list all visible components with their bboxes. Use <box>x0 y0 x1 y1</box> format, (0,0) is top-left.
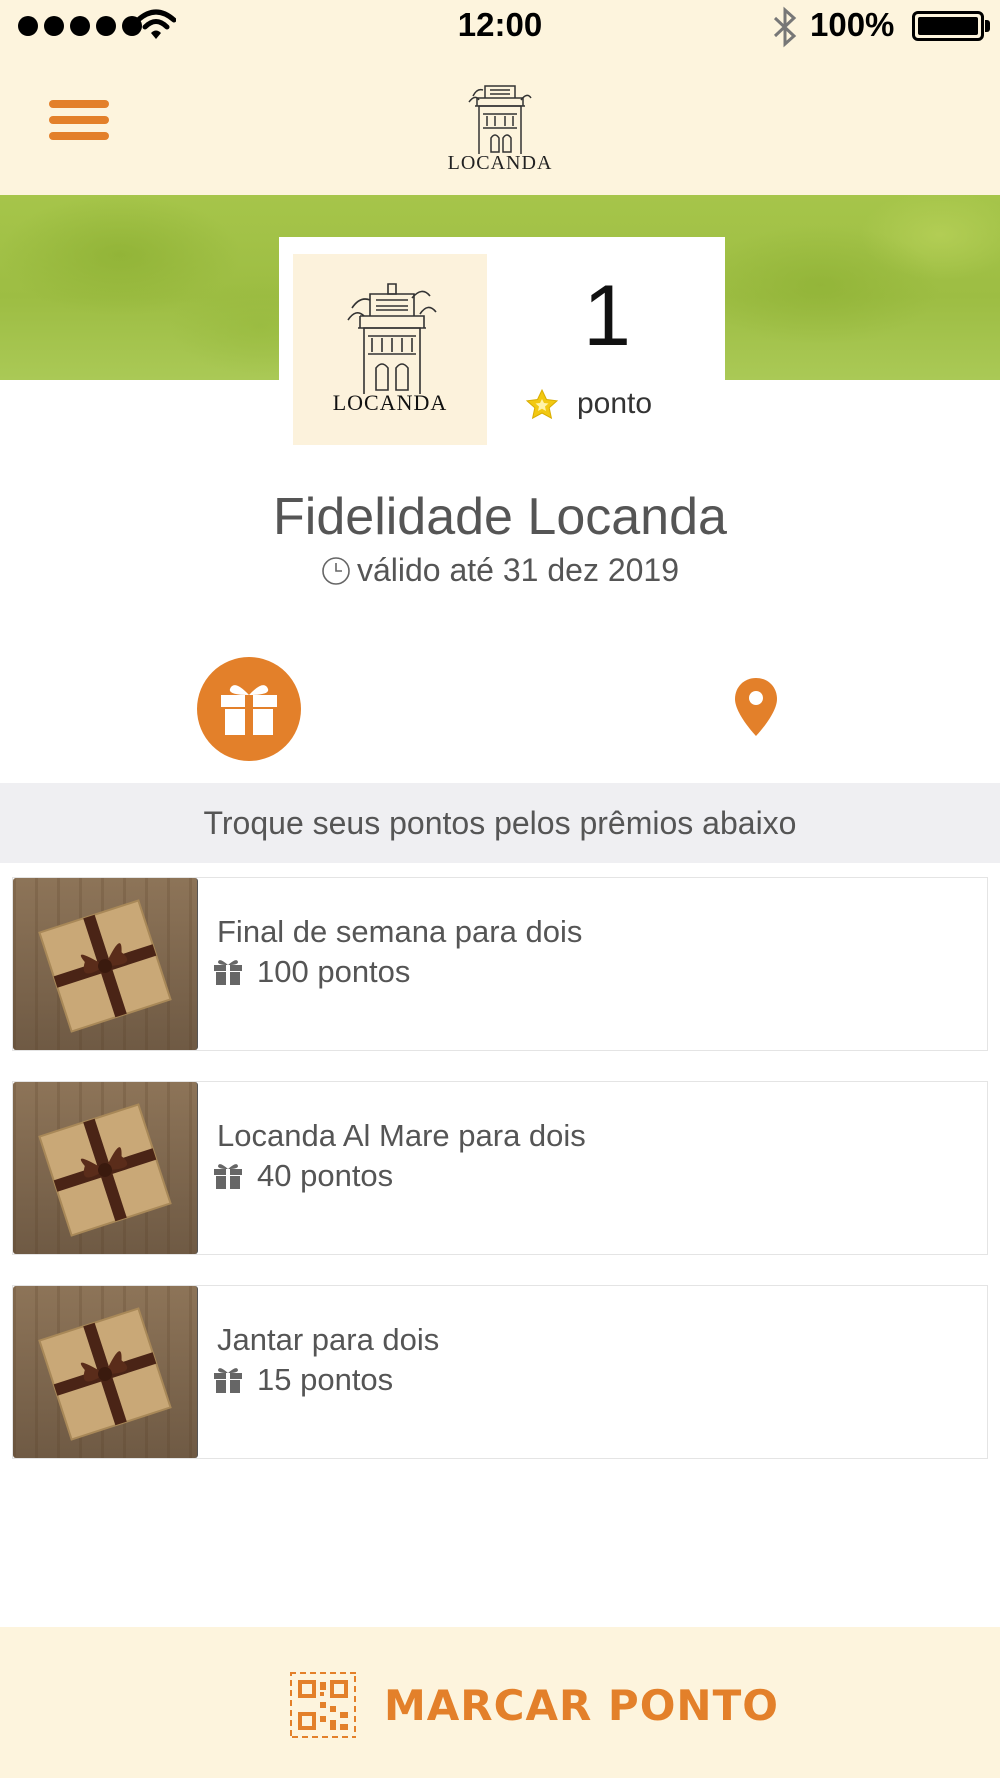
gift-box-image <box>13 878 198 1050</box>
check-in-button-content: MARCAR PONTO <box>290 1672 779 1738</box>
tab-location[interactable] <box>728 674 784 740</box>
card-logo: LOCANDA <box>293 254 487 445</box>
reward-title: Jantar para dois <box>217 1322 440 1357</box>
battery-icon <box>912 11 990 41</box>
check-in-button[interactable]: MARCAR PONTO <box>0 1627 1000 1778</box>
clock-icon <box>322 556 350 585</box>
map-pin-icon <box>735 678 777 736</box>
reward-cost: 15 pontos <box>257 1362 394 1397</box>
tab-rewards[interactable] <box>197 657 301 761</box>
star-icon <box>525 388 559 420</box>
check-in-label: MARCAR PONTO <box>384 1680 779 1730</box>
gift-box-image <box>13 1286 198 1458</box>
reward-title: Final de semana para dois <box>217 914 583 949</box>
rewards-section-header: Troque seus pontos pelos prêmios abaixo <box>0 783 1000 863</box>
points-balance: 1 <box>583 268 631 364</box>
gift-icon <box>214 960 242 985</box>
validity-row: válido até 31 dez 2019 <box>0 552 1000 589</box>
status-bar: 12:00 100% <box>0 0 1000 52</box>
program-title: Fidelidade Locanda <box>273 488 727 546</box>
header-logo-text: LOCANDA <box>447 152 553 174</box>
bluetooth-icon <box>773 6 797 48</box>
validity-text: válido até 31 dez 2019 <box>356 552 680 588</box>
tower-logo-icon <box>468 85 532 154</box>
hamburger-menu-icon[interactable] <box>44 96 114 148</box>
points-unit-label: ponto <box>577 387 653 420</box>
reward-item[interactable]: Jantar para dois 15 pontos <box>12 1285 988 1459</box>
gift-icon <box>214 1368 242 1393</box>
reward-title: Locanda Al Mare para dois <box>217 1118 586 1153</box>
header-logo: LOCANDA <box>430 76 570 180</box>
gift-box-image <box>13 1082 198 1254</box>
reward-item[interactable]: Final de semana para dois 100 pontos <box>12 877 988 1051</box>
reward-cost-row: 40 pontos <box>213 1158 393 1194</box>
qr-code-icon <box>290 1672 356 1738</box>
battery-percentage: 100% <box>810 6 895 43</box>
reward-cost-row: 15 pontos <box>213 1362 393 1398</box>
reward-item[interactable]: Locanda Al Mare para dois 40 pontos <box>12 1081 988 1255</box>
points-label-row: ponto <box>525 387 652 421</box>
loyalty-card: LOCANDA 1 ponto <box>279 237 725 452</box>
gift-icon <box>221 685 277 735</box>
card-logo-text: LOCANDA <box>332 390 448 415</box>
reward-cost-row: 100 pontos <box>213 954 410 990</box>
app-header: 12:00 100% LOCANDA <box>0 0 1000 195</box>
gift-icon <box>214 1164 242 1189</box>
reward-cost: 100 pontos <box>257 954 411 989</box>
reward-cost: 40 pontos <box>257 1158 394 1193</box>
tower-logo-icon <box>347 283 437 394</box>
